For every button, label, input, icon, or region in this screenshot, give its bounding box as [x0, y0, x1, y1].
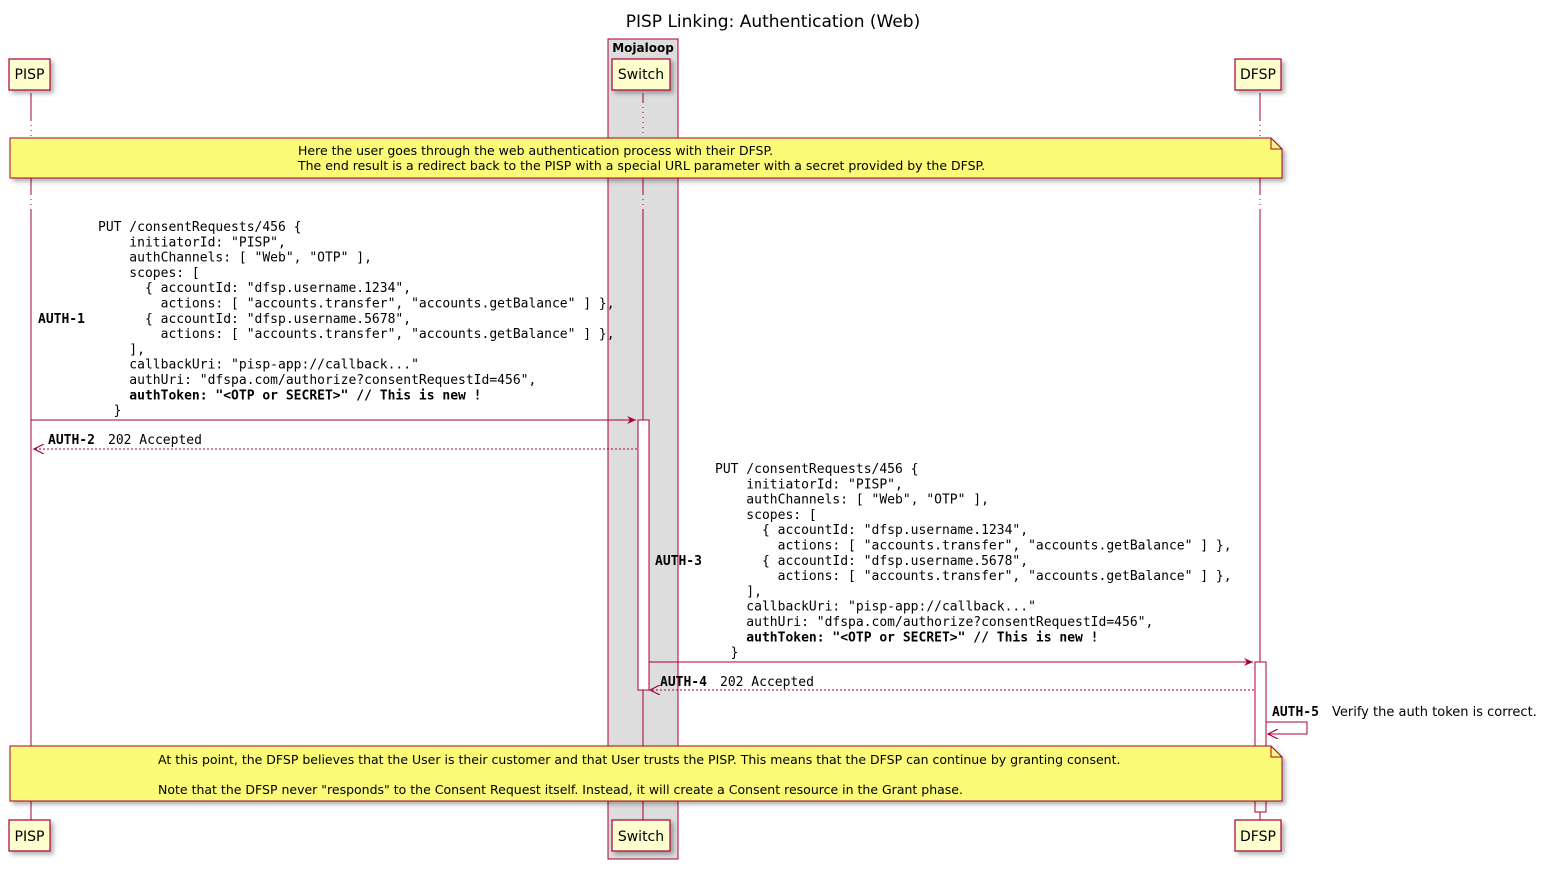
auth1-body-line: callbackUri: "pisp-app://callback..." [98, 358, 419, 373]
auth3-body-closing: } [715, 646, 738, 661]
auth3-body-line: authChannels: [ "Web", "OTP" ], [715, 493, 989, 508]
auth1-body-line: ], [98, 342, 145, 357]
auth1-body-line: { accountId: "dfsp.username.1234", [98, 281, 411, 296]
note1-line2: The end result is a redirect back to the… [297, 158, 985, 173]
note1-line1: Here the user goes through the web authe… [298, 143, 773, 158]
message-auth-1: AUTH-1 PUT /consentRequests/456 { initia… [38, 220, 615, 419]
auth1-body-line: scopes: [ [98, 266, 200, 281]
auth-1-body: PUT /consentRequests/456 { initiatorId: … [98, 220, 615, 419]
participant-dfsp-top: DFSP [1234, 58, 1282, 91]
auth3-body-line: initiatorId: "PISP", [715, 477, 903, 492]
auth-1-id: AUTH-1 [38, 312, 85, 327]
auth-5-id: AUTH-5 [1272, 705, 1319, 720]
participant-switch-top: Switch [611, 58, 671, 91]
auth-5-text: Verify the auth token is correct. [1332, 705, 1537, 720]
auth3-body-line: actions: [ "accounts.transfer", "account… [715, 539, 1232, 554]
auth1-body-line: actions: [ "accounts.transfer", "account… [98, 297, 615, 312]
diagram-title: PISP Linking: Authentication (Web) [626, 12, 920, 32]
participant-pisp-bottom: PISP [8, 819, 51, 852]
participant-dfsp-label: DFSP [1240, 67, 1276, 83]
auth-3-id: AUTH-3 [655, 554, 702, 569]
participant-switch-bottom-label: Switch [618, 829, 664, 845]
message-auth-5: AUTH-5 Verify the auth token is correct. [1272, 705, 1537, 720]
auth3-body-line: actions: [ "accounts.transfer", "account… [715, 569, 1232, 584]
auth-3-body: PUT /consentRequests/456 { initiatorId: … [715, 462, 1232, 661]
auth1-body-bold-line: authToken: "<OTP or SECRET>" // This is … [98, 388, 482, 403]
auth-2-id: AUTH-2 [48, 433, 95, 448]
participant-switch-label: Switch [618, 67, 664, 83]
auth-4-text: 202 Accepted [720, 675, 814, 690]
participant-pisp-top: PISP [8, 58, 51, 91]
auth3-body-bold-line: authToken: "<OTP or SECRET>" // This is … [715, 630, 1099, 645]
auth3-body-line: { accountId: "dfsp.username.5678", [715, 554, 1028, 569]
note-web-authentication: Here the user goes through the web authe… [9, 137, 1283, 179]
message-auth-3: AUTH-3 PUT /consentRequests/456 { initia… [655, 462, 1232, 661]
participant-pisp-bottom-label: PISP [15, 829, 45, 845]
auth1-body-line: initiatorId: "PISP", [98, 235, 286, 250]
auth3-body-line: callbackUri: "pisp-app://callback..." [715, 600, 1036, 615]
auth1-body-line: authChannels: [ "Web", "OTP" ], [98, 251, 372, 266]
mojaloop-group-label: Mojaloop [612, 41, 674, 55]
note2-line2: Note that the DFSP never "responds" to t… [158, 782, 963, 797]
note-dfsp-believes: At this point, the DFSP believes that th… [9, 745, 1283, 802]
message-auth-2: AUTH-2 202 Accepted [48, 433, 202, 448]
auth1-body-line: actions: [ "accounts.transfer", "account… [98, 327, 615, 342]
participant-pisp-label: PISP [15, 67, 45, 83]
auth1-body-line: PUT /consentRequests/456 { [98, 220, 302, 235]
arrow-auth-5 [1266, 721, 1308, 734]
auth-4-id: AUTH-4 [660, 675, 707, 690]
auth-2-text: 202 Accepted [108, 433, 202, 448]
auth3-body-line: scopes: [ [715, 508, 817, 523]
note2-line1: At this point, the DFSP believes that th… [158, 752, 1120, 767]
auth1-body-line: { accountId: "dfsp.username.5678", [98, 312, 411, 327]
auth3-body-line: PUT /consentRequests/456 { [715, 462, 919, 477]
auth1-body-closing: } [98, 404, 121, 419]
auth1-body-line: authUri: "dfspa.com/authorize?consentReq… [98, 373, 536, 388]
auth3-body-line: authUri: "dfspa.com/authorize?consentReq… [715, 615, 1153, 630]
switch-activation-bar [637, 419, 650, 691]
message-auth-4: AUTH-4 202 Accepted [660, 675, 814, 690]
auth3-body-line: { accountId: "dfsp.username.1234", [715, 523, 1028, 538]
participant-dfsp-bottom: DFSP [1234, 819, 1282, 852]
auth3-body-line: ], [715, 584, 762, 599]
participant-dfsp-bottom-label: DFSP [1240, 829, 1276, 845]
sequence-diagram: PISP Linking: Authentication (Web) Mojal… [8, 12, 1537, 860]
participant-switch-bottom: Switch [611, 819, 671, 852]
